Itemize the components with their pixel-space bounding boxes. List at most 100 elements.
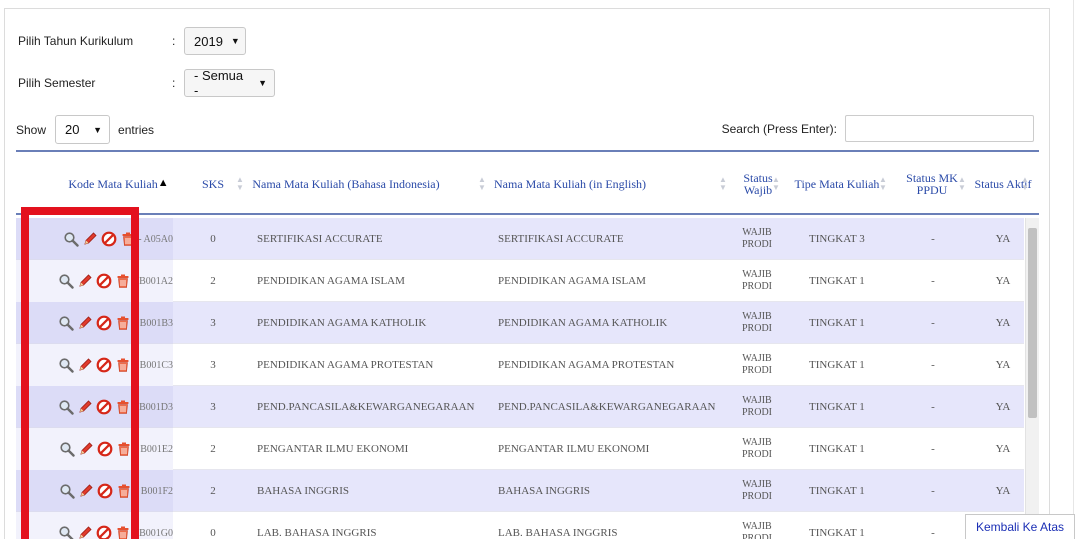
pencil-icon[interactable] bbox=[77, 357, 94, 374]
nama-id-cell: PEND.PANCASILA&KEWARGANEGARAAN bbox=[257, 401, 475, 413]
table-row: - B001B3 3 PENDIDIKAN AGAMA KATHOLIK PENDID… bbox=[16, 302, 1024, 344]
chevron-down-icon: ▼ bbox=[230, 36, 240, 46]
trash-icon[interactable] bbox=[114, 273, 131, 290]
trash-icon[interactable] bbox=[119, 231, 136, 248]
entries-select[interactable]: 20 ▼ bbox=[55, 115, 111, 144]
no-entry-icon[interactable] bbox=[96, 315, 113, 332]
row-actions bbox=[57, 525, 131, 539]
no-entry-icon[interactable] bbox=[96, 441, 113, 458]
magnifier-icon[interactable] bbox=[58, 357, 75, 374]
magnifier-icon[interactable] bbox=[58, 441, 75, 458]
kode-cell: - B001F2 bbox=[16, 470, 173, 512]
tipe-cell: TINGKAT 1 bbox=[809, 359, 865, 371]
row-actions bbox=[59, 483, 133, 500]
row-actions bbox=[58, 441, 132, 458]
trash-icon[interactable] bbox=[115, 441, 132, 458]
semester-select-value: - Semua - bbox=[194, 68, 244, 98]
column-header-sks[interactable]: SKS bbox=[194, 152, 232, 215]
row-actions bbox=[58, 315, 132, 332]
magnifier-icon[interactable] bbox=[57, 273, 74, 290]
column-header-kode[interactable]: Kode Mata Kuliah ▲ bbox=[56, 152, 181, 215]
show-entries-control: Show 20 ▼ entries bbox=[16, 115, 154, 144]
semester-select[interactable]: - Semua - ▼ bbox=[184, 68, 275, 98]
nama-en-cell: PENGANTAR ILMU EKONOMI bbox=[498, 443, 650, 455]
no-entry-icon[interactable] bbox=[95, 399, 112, 416]
magnifier-icon[interactable] bbox=[57, 525, 74, 539]
column-header-status-ppdu[interactable]: Status MK PPDU bbox=[901, 152, 963, 215]
nama-id-cell: PENDIDIKAN AGAMA PROTESTAN bbox=[257, 359, 434, 371]
status-aktif-cell: YA bbox=[995, 401, 1011, 413]
table-row: - B001D3 3 PEND.PANCASILA&KEWARGANEGARAAN P… bbox=[16, 386, 1024, 428]
kode-text: - B001B3 bbox=[133, 317, 173, 329]
column-header-tipe[interactable]: Tipe Mata Kuliah bbox=[790, 152, 884, 215]
search-input[interactable] bbox=[845, 115, 1034, 142]
semester-label: Pilih Semester bbox=[18, 76, 96, 90]
no-entry-icon[interactable] bbox=[100, 231, 117, 248]
sort-both-icon: ▲ ▼ bbox=[958, 175, 966, 192]
pencil-icon[interactable] bbox=[76, 273, 93, 290]
tipe-cell: TINGKAT 3 bbox=[809, 233, 865, 245]
semester-colon: : bbox=[172, 76, 176, 90]
pencil-icon[interactable] bbox=[77, 315, 94, 332]
magnifier-icon[interactable] bbox=[59, 483, 76, 500]
table-row: - B001F2 2 BAHASA INGGRIS BAHASA INGGRIS WAJ… bbox=[16, 470, 1024, 512]
row-actions bbox=[57, 399, 131, 416]
trash-icon[interactable] bbox=[116, 483, 133, 500]
status-aktif-cell: YA bbox=[995, 233, 1011, 245]
magnifier-icon[interactable] bbox=[57, 399, 74, 416]
kode-text: - B001E2 bbox=[134, 443, 173, 455]
table-header: Kode Mata Kuliah ▲ SKS ▲ ▼ Nama Mata Kuli… bbox=[16, 150, 1039, 215]
nama-en-cell: PEND.PANCASILA&KEWARGANEGARAAN bbox=[498, 401, 716, 413]
pencil-icon[interactable] bbox=[77, 441, 94, 458]
no-entry-icon[interactable] bbox=[95, 525, 112, 539]
sort-both-icon: ▲ ▼ bbox=[772, 175, 780, 192]
status-wajib-cell: WAJIB PRODI bbox=[741, 479, 772, 502]
no-entry-icon[interactable] bbox=[95, 273, 112, 290]
kode-cell: - B001C3 bbox=[16, 344, 173, 386]
sks-cell: 2 bbox=[210, 443, 216, 455]
table-row: - B001A2 2 PENDIDIKAN AGAMA ISLAM PENDIDIKA… bbox=[16, 260, 1024, 302]
status-aktif-cell: YA bbox=[995, 275, 1011, 287]
table-row: - B001C3 3 PENDIDIKAN AGAMA PROTESTAN PENDI… bbox=[16, 344, 1024, 386]
status-ppdu-cell: - bbox=[931, 275, 935, 287]
tipe-cell: TINGKAT 1 bbox=[809, 401, 865, 413]
magnifier-icon[interactable] bbox=[58, 315, 75, 332]
row-actions bbox=[62, 231, 136, 248]
back-to-top-link[interactable]: Kembali Ke Atas bbox=[965, 514, 1075, 539]
nama-id-cell: BAHASA INGGRIS bbox=[257, 485, 349, 497]
status-ppdu-cell: - bbox=[931, 401, 935, 413]
table-row: - A05A0 0 SERTIFIKASI ACCURATE SERTIFIKASI … bbox=[16, 218, 1024, 260]
trash-icon[interactable] bbox=[115, 357, 132, 374]
trash-icon[interactable] bbox=[114, 399, 131, 416]
row-actions bbox=[57, 273, 131, 290]
column-header-nama-en[interactable]: Nama Mata Kuliah (in English) bbox=[492, 152, 648, 215]
no-entry-icon[interactable] bbox=[96, 357, 113, 374]
status-ppdu-cell: - bbox=[931, 359, 935, 371]
status-ppdu-cell: - bbox=[931, 317, 935, 329]
sort-ascending-icon: ▲ bbox=[157, 177, 169, 189]
trash-icon[interactable] bbox=[115, 315, 132, 332]
pencil-icon[interactable] bbox=[76, 525, 93, 539]
pencil-icon[interactable] bbox=[81, 231, 98, 248]
trash-icon[interactable] bbox=[114, 525, 131, 539]
mata-kuliah-table: Kode Mata Kuliah ▲ SKS ▲ ▼ Nama Mata Kuli… bbox=[16, 150, 1039, 539]
column-header-nama-id[interactable]: Nama Mata Kuliah (Bahasa Indonesia) bbox=[250, 152, 442, 215]
kode-cell: - A05A0 bbox=[16, 218, 173, 260]
no-entry-icon[interactable] bbox=[97, 483, 114, 500]
pencil-icon[interactable] bbox=[78, 483, 95, 500]
nama-id-cell: PENDIDIKAN AGAMA KATHOLIK bbox=[257, 317, 427, 329]
chevron-down-icon: ▼ bbox=[93, 124, 103, 135]
table-scrollbar[interactable] bbox=[1025, 218, 1039, 539]
sks-cell: 0 bbox=[210, 527, 216, 539]
tahun-select[interactable]: 2019 ▼ bbox=[184, 27, 246, 55]
search-control: Search (Press Enter): bbox=[722, 115, 1034, 142]
tahun-filter-row: Pilih Tahun Kurikulum : 2019 ▼ bbox=[18, 27, 246, 55]
sort-both-icon: ▲ ▼ bbox=[879, 175, 887, 192]
nama-id-cell: PENDIDIKAN AGAMA ISLAM bbox=[257, 275, 405, 287]
magnifier-icon[interactable] bbox=[62, 231, 79, 248]
pencil-icon[interactable] bbox=[76, 399, 93, 416]
scrollbar-thumb[interactable] bbox=[1028, 228, 1037, 418]
status-wajib-cell: WAJIB PRODI bbox=[741, 311, 772, 334]
search-label: Search (Press Enter): bbox=[721, 121, 837, 136]
status-aktif-cell: YA bbox=[995, 485, 1011, 497]
